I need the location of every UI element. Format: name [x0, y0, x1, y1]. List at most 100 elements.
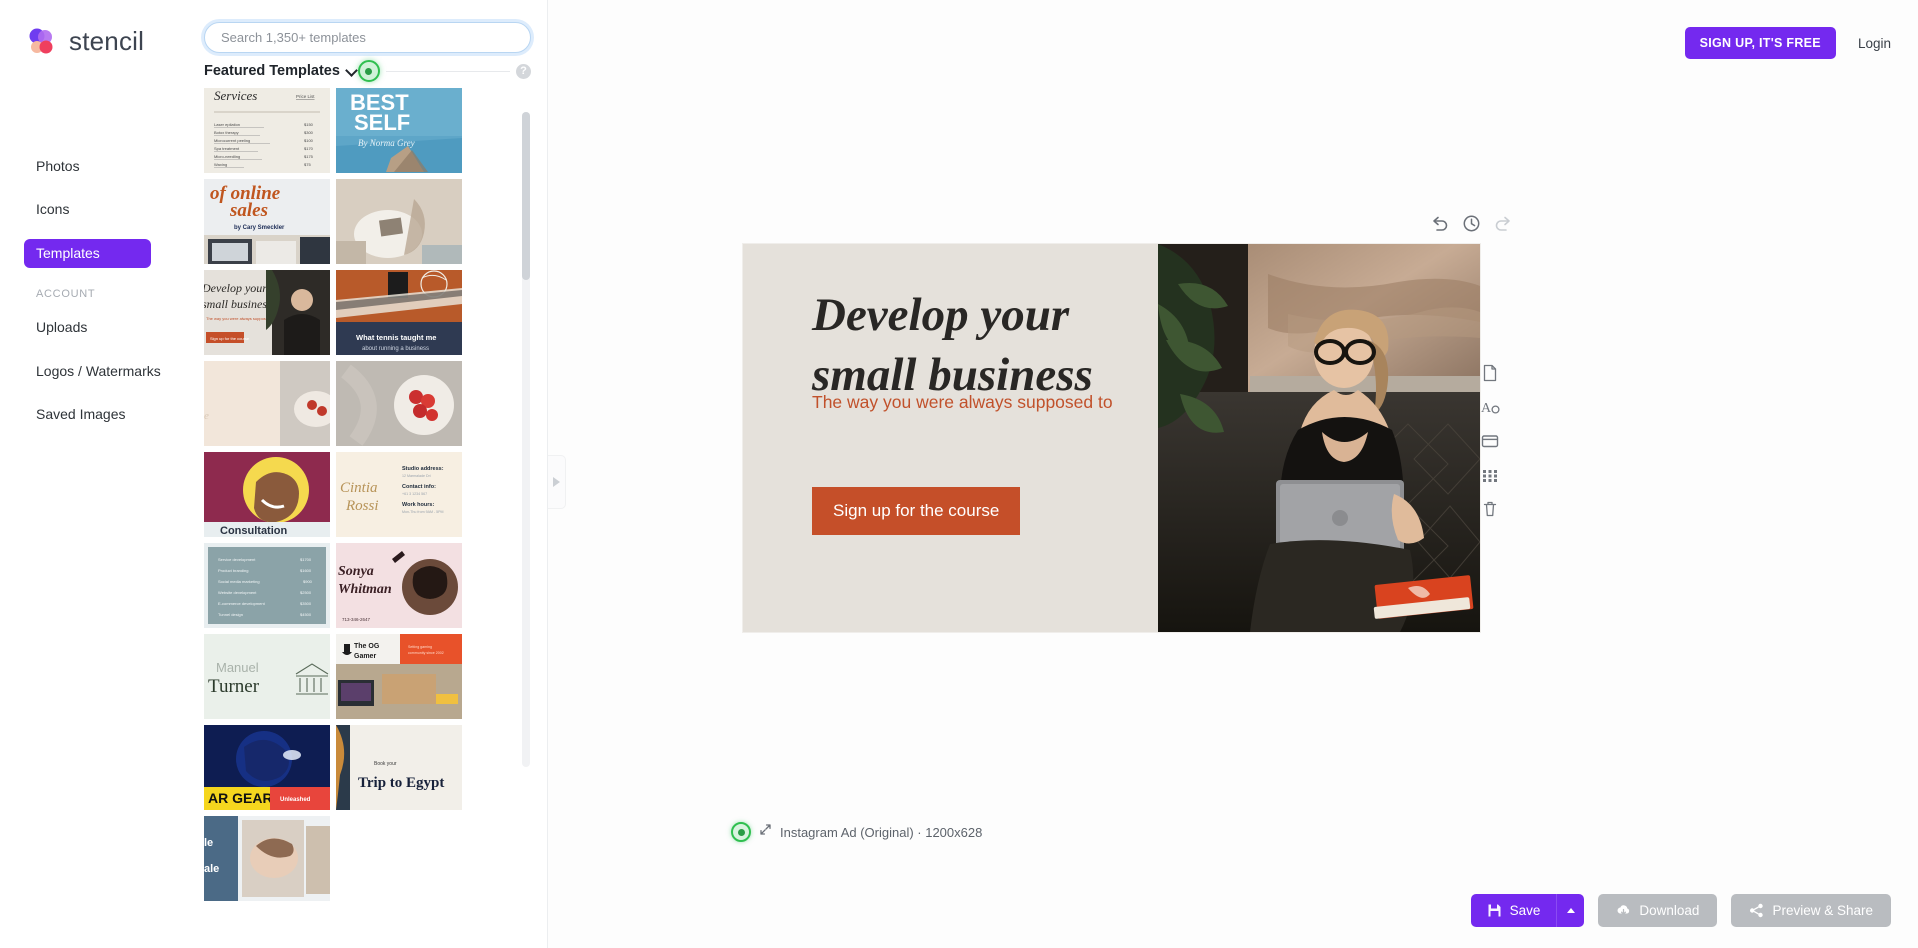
design-canvas[interactable]: Develop your small business The way you …	[743, 244, 1480, 632]
redo-icon	[1494, 214, 1513, 233]
header-divider	[385, 70, 510, 72]
template-thumbnail[interactable]: Service development $1700 Product brandin…	[204, 543, 330, 628]
svg-text:$1700: $1700	[300, 557, 312, 562]
svg-text:Spa treatment: Spa treatment	[214, 146, 240, 151]
svg-text:Work hours:: Work hours:	[402, 502, 434, 508]
save-button-label: Save	[1509, 903, 1541, 918]
stencil-logo-icon	[28, 27, 58, 57]
page-icon[interactable]	[1480, 363, 1500, 383]
svg-text:Develop your: Develop your	[204, 281, 267, 295]
svg-text:Gamer: Gamer	[354, 653, 376, 660]
svg-text:$1600: $1600	[300, 568, 312, 573]
floppy-disk-icon	[1487, 903, 1502, 918]
svg-text:Setting gaming: Setting gaming	[408, 645, 432, 649]
text-tool-icon[interactable]: A	[1480, 397, 1500, 417]
sidebar-item-saved-images[interactable]: Saved Images	[24, 400, 184, 429]
trash-icon[interactable]	[1480, 499, 1500, 519]
sidebar-item-templates[interactable]: Templates	[24, 238, 151, 269]
frame-icon[interactable]	[1480, 431, 1500, 451]
template-thumbnail[interactable]: Sonya Whitman 713-346-2647	[336, 543, 462, 628]
panel-collapse-handle[interactable]	[548, 455, 566, 509]
login-link[interactable]: Login	[1858, 36, 1891, 51]
svg-text:community since 2002: community since 2002	[408, 651, 444, 655]
brand-logo[interactable]: stencil	[28, 26, 144, 57]
sidebar-item-icons[interactable]: Icons	[24, 195, 184, 224]
svg-text:Website development: Website development	[218, 590, 257, 595]
scrollbar-thumb[interactable]	[522, 112, 530, 280]
template-thumbnail[interactable]: e	[204, 361, 330, 446]
canvas-photo[interactable]	[1158, 244, 1480, 632]
svg-text:about running a business: about running a business	[362, 346, 429, 352]
svg-text:SELF: SELF	[354, 110, 410, 135]
sidebar-item-uploads[interactable]: Uploads	[24, 313, 184, 342]
svg-text:Mon-Thu from 9AM - 5PM: Mon-Thu from 9AM - 5PM	[402, 510, 444, 514]
svg-text:Botox therapy: Botox therapy	[214, 130, 239, 135]
svg-text:E-commerce development: E-commerce development	[218, 601, 266, 606]
grid-icon[interactable]	[1480, 465, 1500, 485]
template-scrollbar[interactable]	[522, 112, 530, 767]
svg-text:$300: $300	[304, 130, 314, 135]
svg-text:Trip to Egypt: Trip to Egypt	[358, 775, 444, 791]
template-grid: Services Price List Laser epilation $150 …	[204, 88, 462, 901]
sidebar-item-photos[interactable]: Photos	[24, 152, 184, 181]
resize-arrows-icon[interactable]	[759, 823, 772, 841]
download-button[interactable]: Download	[1598, 894, 1718, 927]
left-panel: stencil Featured Templates ? Photos Icon…	[0, 0, 548, 948]
template-thumbnail[interactable]: le ale	[204, 816, 330, 901]
preview-share-button[interactable]: Preview & Share	[1731, 894, 1891, 927]
svg-text:Laser epilation: Laser epilation	[214, 122, 240, 127]
svg-text:Services: Services	[214, 88, 257, 103]
canvas-cta-button[interactable]: Sign up for the course	[812, 487, 1021, 535]
svg-text:Micro-needling: Micro-needling	[214, 154, 240, 159]
template-thumbnail[interactable]: of online sales by Cary Smeckler	[204, 179, 330, 264]
question-circle-icon[interactable]: ?	[516, 63, 531, 79]
canvas-headline[interactable]: Develop your small business	[812, 286, 1152, 405]
template-thumbnail[interactable]: Book your Trip to Egypt	[336, 725, 462, 810]
svg-text:small business: small business	[204, 297, 272, 311]
brand-name: stencil	[69, 26, 145, 56]
stencil-editor: stencil Featured Templates ? Photos Icon…	[0, 0, 1918, 948]
download-button-label: Download	[1639, 903, 1700, 918]
template-thumbnail[interactable]: BEST SELF By Norma Grey	[336, 88, 462, 173]
search-input[interactable]	[204, 22, 531, 53]
featured-templates-header: Featured Templates ?	[204, 60, 531, 82]
share-icon	[1749, 903, 1764, 918]
svg-text:Book your: Book your	[374, 761, 397, 767]
signup-button[interactable]: SIGN UP, IT'S FREE	[1684, 27, 1836, 59]
svg-text:A: A	[1481, 401, 1492, 416]
template-thumbnail[interactable]: What tennis taught me about running a bu…	[336, 270, 462, 355]
chevron-down-icon[interactable]	[346, 65, 358, 77]
template-thumbnail[interactable]: Consultation	[204, 452, 330, 537]
history-clock-icon[interactable]	[1462, 214, 1481, 233]
template-thumbnail[interactable]: The OG Gamer Setting gaming community si…	[336, 634, 462, 719]
template-thumbnail[interactable]: Cintia Rossi Studio address: Contact inf…	[336, 452, 462, 537]
svg-text:Price List: Price List	[296, 94, 315, 99]
bottom-action-bar: Save Download Preview & Share	[1470, 894, 1891, 927]
svg-text:sales: sales	[229, 200, 268, 221]
featured-templates-label: Featured Templates	[204, 63, 340, 79]
svg-text:Cintia: Cintia	[340, 480, 378, 496]
svg-text:$170: $170	[304, 146, 314, 151]
save-button[interactable]: Save	[1470, 894, 1557, 927]
sidebar-item-logos-watermarks[interactable]: Logos / Watermarks	[24, 357, 184, 386]
svg-text:Turner: Turner	[208, 676, 260, 697]
undo-icon[interactable]	[1430, 214, 1449, 233]
template-thumbnail[interactable]	[336, 179, 462, 264]
svg-text:Sign up for the course: Sign up for the course	[210, 336, 250, 341]
canvas-select-indicator	[731, 822, 751, 842]
save-dropdown-toggle[interactable]	[1556, 894, 1585, 927]
template-thumbnail[interactable]: Services Price List Laser epilation $150 …	[204, 88, 330, 173]
svg-text:ale: ale	[204, 863, 219, 875]
template-thumbnail[interactable]: AR GEAR Unleashed	[204, 725, 330, 810]
svg-text:$2500: $2500	[300, 590, 312, 595]
save-button-group: Save	[1470, 894, 1585, 927]
svg-text:What tennis taught me: What tennis taught me	[356, 333, 436, 342]
canvas-subheadline[interactable]: The way you were always supposed to	[812, 392, 1113, 413]
svg-text:Product branding: Product branding	[218, 568, 248, 573]
template-thumbnail[interactable]	[336, 361, 462, 446]
template-thumbnail[interactable]: Manuel Turner	[204, 634, 330, 719]
svg-text:$100: $100	[304, 138, 314, 143]
template-thumbnail[interactable]: Develop your small business The way you …	[204, 270, 330, 355]
svg-text:+61 3 1234 567: +61 3 1234 567	[402, 492, 427, 496]
template-grid-scroller[interactable]: Services Price List Laser epilation $150 …	[204, 88, 531, 948]
